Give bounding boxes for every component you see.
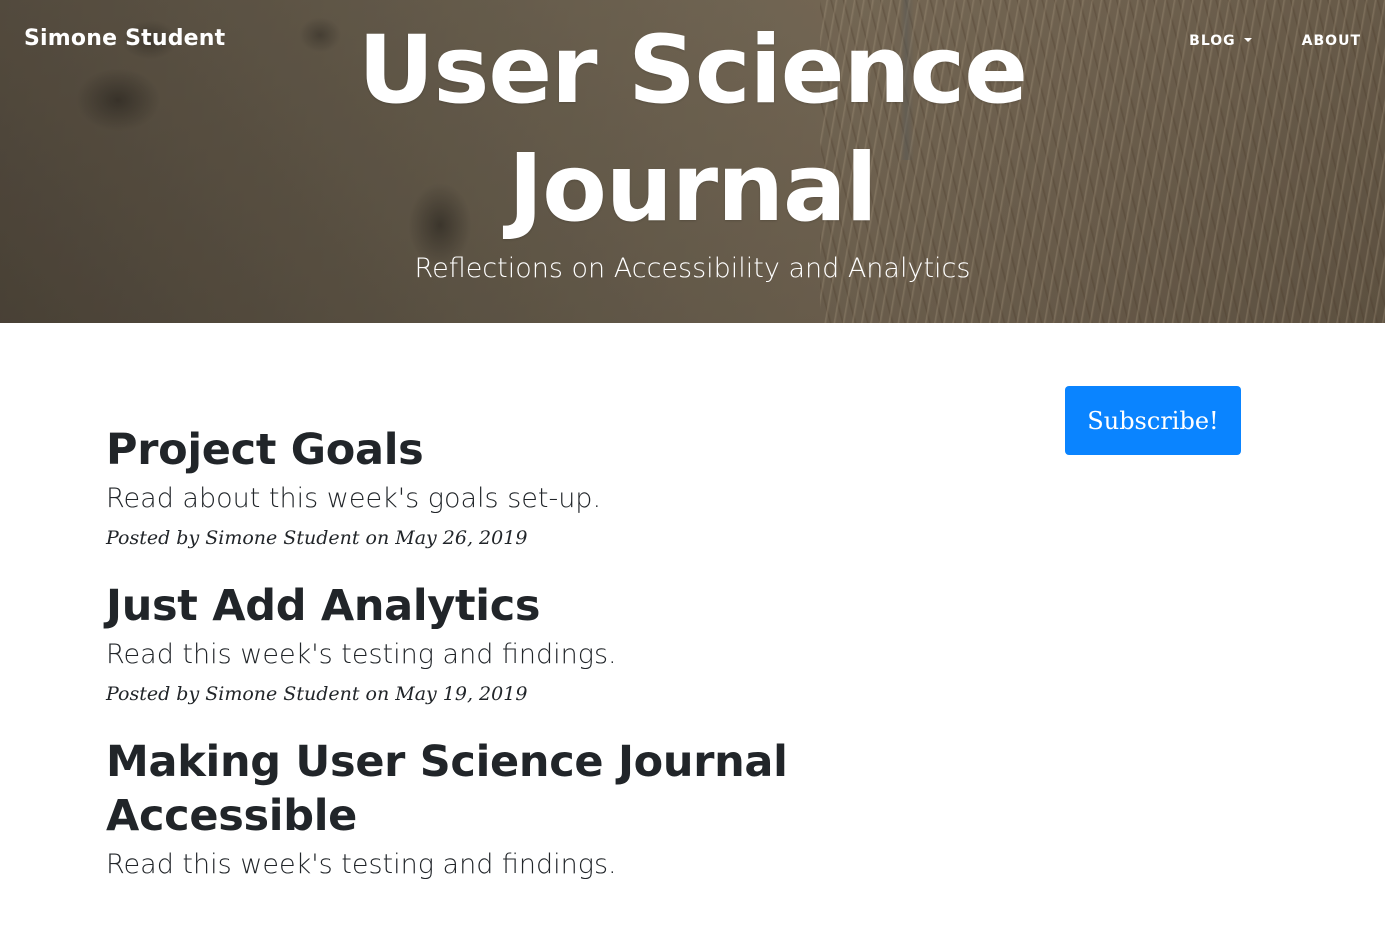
- main-content: Project Goals Read about this week's goa…: [0, 323, 1385, 943]
- site-subtitle: Reflections on Accessibility and Analyti…: [414, 253, 971, 284]
- post-list: Project Goals Read about this week's goa…: [106, 423, 806, 913]
- caret-down-icon: [1243, 38, 1252, 42]
- post-meta-prefix: Posted by: [106, 527, 206, 549]
- post-title-link[interactable]: Project Goals: [106, 423, 806, 477]
- post-date: May 19, 2019: [395, 683, 528, 705]
- post-subtitle-link[interactable]: Read about this week's goals set-up.: [106, 481, 806, 517]
- brand-link[interactable]: Simone Student: [24, 26, 225, 51]
- post-meta-prefix: Posted by: [106, 683, 206, 705]
- nav-item-about-label: About: [1301, 33, 1361, 49]
- page-header: Simone Student Blog About User Science J…: [0, 0, 1385, 323]
- post-meta: Posted by Simone Student on May 26, 2019: [106, 527, 806, 549]
- nav-item-blog-label: Blog: [1189, 33, 1236, 49]
- post-meta-on: on: [359, 683, 396, 705]
- post-author-link[interactable]: Simone Student: [205, 527, 359, 549]
- subscribe-button[interactable]: Subscribe!: [1065, 386, 1241, 455]
- post-preview: Just Add Analytics Read this week's test…: [106, 579, 806, 705]
- nav-item-about[interactable]: About: [1302, 33, 1361, 49]
- post-title-link[interactable]: Making User Science Journal Accessible: [106, 735, 806, 843]
- post-subtitle-link[interactable]: Read this week's testing and findings.: [106, 637, 806, 673]
- post-subtitle-link[interactable]: Read this week's testing and findings.: [106, 847, 806, 883]
- post-author-link[interactable]: Simone Student: [205, 683, 359, 705]
- post-meta: Posted by Simone Student on May 19, 2019: [106, 683, 806, 705]
- post-preview: Making User Science Journal Accessible R…: [106, 735, 806, 883]
- main-nav: Blog About: [1189, 33, 1361, 49]
- post-title-link[interactable]: Just Add Analytics: [106, 579, 806, 633]
- site-title: User Science Journal: [358, 16, 1028, 243]
- post-date: May 26, 2019: [395, 527, 528, 549]
- nav-item-blog[interactable]: Blog: [1189, 33, 1252, 49]
- post-preview: Project Goals Read about this week's goa…: [106, 423, 806, 549]
- post-meta-on: on: [359, 527, 396, 549]
